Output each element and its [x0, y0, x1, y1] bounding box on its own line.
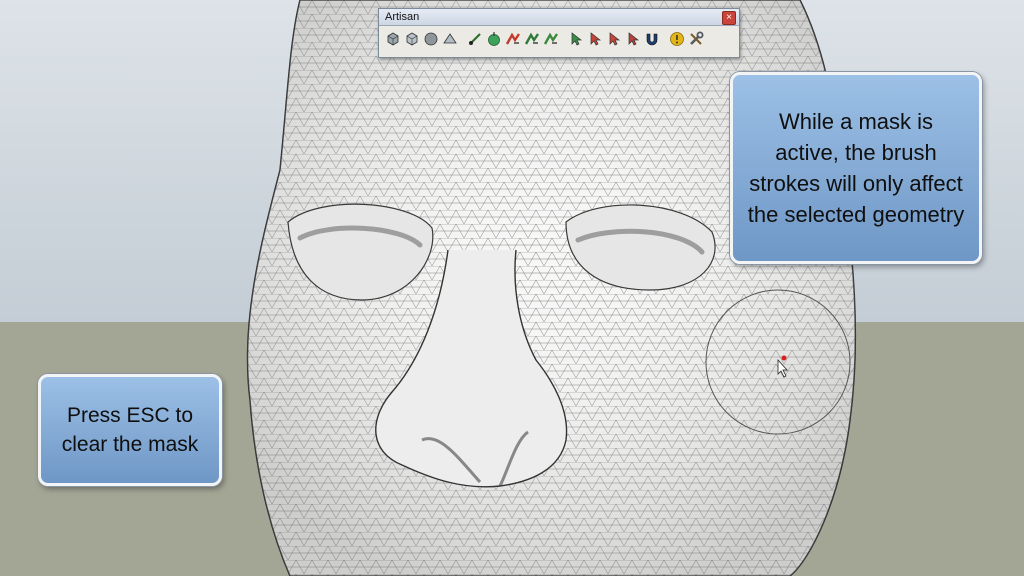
mask-select-icon	[628, 32, 640, 46]
settings-tools-icon	[690, 31, 704, 45]
subdivide-smooth-tool-icon	[387, 32, 399, 46]
callout-line: strokes will only affect	[749, 171, 963, 196]
mask-select-button[interactable]	[624, 29, 642, 49]
sculpt-subtract-icon	[524, 32, 539, 45]
smooth-tool-icon	[424, 32, 438, 46]
toolbar-tool-row	[384, 29, 705, 53]
subdivide-smooth-tool-button[interactable]	[384, 29, 402, 49]
magnet-tool-icon	[646, 33, 658, 46]
toolbar-title[interactable]: Artisan	[379, 9, 739, 26]
esc-hint-callout: Press ESC to clear the mask	[38, 374, 222, 486]
select-vertices-button[interactable]	[567, 29, 585, 49]
settings-tools-button[interactable]	[687, 29, 705, 49]
info-button[interactable]	[668, 29, 686, 49]
brush-center-dot	[781, 355, 787, 361]
smooth-tool-button[interactable]	[422, 29, 440, 49]
toolbar-separator	[662, 29, 667, 53]
toolbar-separator	[561, 29, 566, 53]
toolbar-close-button[interactable]: ×	[722, 11, 736, 25]
subdivide-quad-tool-icon	[406, 32, 418, 46]
soft-select-button[interactable]	[586, 29, 604, 49]
callout-line: Press ESC to	[66, 404, 194, 427]
select-vertices-icon	[571, 32, 583, 46]
paint-select-icon	[609, 32, 621, 46]
toolbar-separator	[460, 29, 465, 53]
subdivide-quad-tool-button[interactable]	[403, 29, 421, 49]
paint-select-button[interactable]	[605, 29, 623, 49]
callout-line: the selected geometry	[747, 202, 965, 227]
callout-line: clear the mask	[61, 433, 199, 456]
artisan-toolbar: Artisan ×	[378, 8, 740, 58]
sculpt-add-button[interactable]	[504, 29, 522, 49]
mask-info-callout: While a mask is active, the brush stroke…	[730, 72, 982, 264]
sculpt-brush-button[interactable]	[466, 29, 484, 49]
soft-select-icon	[590, 32, 602, 46]
knife-subdivide-icon	[488, 32, 500, 46]
crease-tool-button[interactable]	[441, 29, 459, 49]
knife-subdivide-button[interactable]	[485, 29, 503, 49]
sculpt-add-icon	[505, 32, 520, 45]
sculpt-subtract-button[interactable]	[523, 29, 541, 49]
sculpt-flatten-button[interactable]	[542, 29, 560, 49]
crease-tool-icon	[443, 33, 457, 44]
sculpt-brush-icon	[469, 33, 481, 45]
callout-line: While a mask is	[778, 109, 934, 134]
info-icon	[670, 32, 684, 46]
sculpt-flatten-icon	[543, 32, 558, 45]
magnet-tool-button[interactable]	[643, 29, 661, 49]
callout-line: active, the brush	[775, 140, 937, 165]
